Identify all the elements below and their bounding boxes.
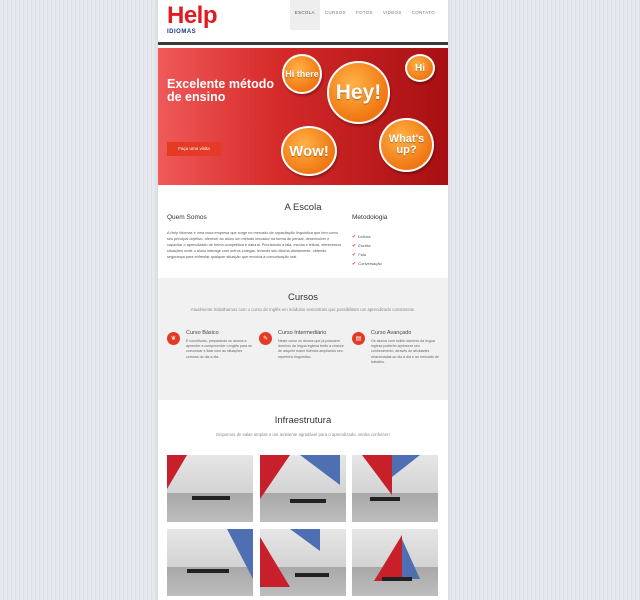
curso-title: Curso Avançado	[371, 330, 412, 336]
infra-subtitle: Dispomos de salas amplas e um ambiente a…	[216, 432, 390, 437]
speech-bubble-whats-up: What's up?	[379, 118, 434, 172]
cursos-section: Cursos Atualmente trabalhamos com o curs…	[158, 278, 448, 400]
hero-title: Excelente método de ensino	[167, 77, 274, 104]
pencil-icon: ✎	[259, 332, 272, 345]
visit-button[interactable]: Faça uma visita	[167, 142, 221, 156]
escola-title: A Escola	[284, 202, 322, 213]
hero-banner: Excelente método de ensino Faça uma visi…	[158, 48, 448, 185]
classroom-photo[interactable]	[167, 529, 253, 596]
curso-title: Curso Básico	[186, 330, 219, 336]
cursos-subtitle: Atualmente trabalhamos com o curso de In…	[190, 307, 416, 312]
logo[interactable]: Help IDIOMAS	[167, 2, 218, 36]
curso-text: É constituído, preparando os alunos a ap…	[186, 339, 252, 359]
site-header: Help IDIOMAS ESCOLA CURSOS FOTOS VIDEOS …	[158, 0, 448, 45]
logo-subtext: IDIOMAS	[167, 29, 197, 35]
nav-escola[interactable]: ESCOLA	[289, 0, 320, 30]
classroom-photo[interactable]	[352, 455, 438, 522]
nav-cursos[interactable]: CURSOS	[320, 0, 351, 30]
list-item: ✔ Conversação	[352, 260, 382, 267]
classroom-photo[interactable]	[260, 529, 346, 596]
curso-title: Curso Intermediário	[278, 330, 327, 336]
check-icon: ✔	[352, 251, 357, 258]
cursos-title: Cursos	[287, 292, 319, 303]
curso-text: Neste curso os alunos que já possuem dom…	[278, 339, 344, 359]
classroom-photo[interactable]	[352, 529, 438, 596]
infra-title: Infraestrutura	[274, 415, 332, 426]
nav-videos[interactable]: VIDEOS	[378, 0, 407, 30]
metodologia-heading: Metodologia	[352, 214, 388, 221]
check-icon: ✔	[352, 233, 357, 240]
page-container: Help IDIOMAS ESCOLA CURSOS FOTOS VIDEOS …	[158, 0, 448, 600]
nav-fotos[interactable]: FOTOS	[351, 0, 378, 30]
check-icon: ✔	[352, 260, 357, 267]
list-item: ✔ Leitura	[352, 233, 371, 240]
speech-bubble-hi-there: Hi there	[282, 54, 322, 94]
leaf-icon: ❦	[167, 332, 180, 345]
nav-contato[interactable]: CONTATO	[407, 0, 440, 30]
speech-bubble-hey: Hey!	[327, 61, 390, 124]
main-nav: ESCOLA CURSOS FOTOS VIDEOS CONTATO	[289, 0, 440, 42]
quem-somos-heading: Quem Somos	[167, 214, 207, 221]
list-item: ✔ Fala	[352, 251, 366, 258]
book-icon: ▤	[352, 332, 365, 345]
check-icon: ✔	[352, 242, 357, 249]
classroom-photo[interactable]	[167, 455, 253, 522]
classroom-photo[interactable]	[260, 455, 346, 522]
list-item: ✔ Escrita	[352, 242, 371, 249]
quem-somos-text: A Help Idiomas é uma nova empresa que su…	[167, 231, 342, 259]
logo-text: Help	[167, 2, 218, 29]
curso-text: Os alunos com sólido domínio da língua i…	[371, 339, 439, 364]
speech-bubble-wow: Wow!	[281, 126, 337, 176]
speech-bubble-hi: Hi	[405, 54, 435, 82]
metodologia-list: ✔ Leitura ✔ Escrita ✔ Fala ✔ Conversação	[352, 232, 382, 268]
